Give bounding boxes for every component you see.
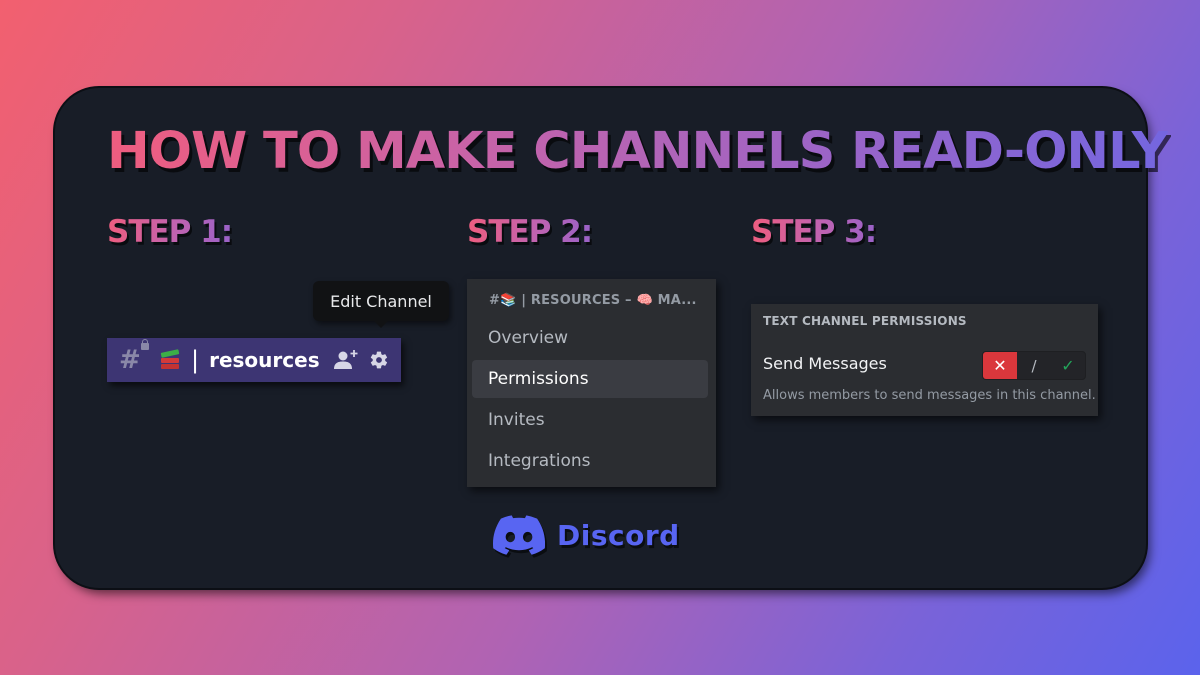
locked-hash-icon: # <box>119 339 149 373</box>
step-3-heading: STEP 3: <box>751 214 877 250</box>
channel-separator: | <box>191 346 200 374</box>
channel-item-resources[interactable]: # | resources <box>107 338 401 382</box>
permissions-panel: TEXT CHANNEL PERMISSIONS Send Messages ✕… <box>751 304 1098 416</box>
edit-channel-tooltip: Edit Channel <box>313 281 449 328</box>
permissions-section-title: TEXT CHANNEL PERMISSIONS <box>763 314 967 328</box>
send-messages-toggle[interactable]: ✕ / ✓ <box>982 351 1086 380</box>
allow-button[interactable]: ✓ <box>1051 352 1085 379</box>
page-title: HOW TO MAKE CHANNELS READ-ONLY <box>107 122 1169 181</box>
permission-name: Send Messages <box>763 354 887 373</box>
lock-icon <box>141 339 149 350</box>
add-member-icon[interactable] <box>333 349 359 371</box>
discord-logo: Discord <box>493 515 680 555</box>
channel-name: resources <box>209 348 320 372</box>
step-2-heading: STEP 2: <box>467 214 593 250</box>
permission-description: Allows members to send messages in this … <box>763 388 1096 403</box>
neutral-button[interactable]: / <box>1017 352 1051 379</box>
gear-icon[interactable] <box>369 350 389 370</box>
check-icon: ✓ <box>1061 356 1075 375</box>
step-1-heading: STEP 1: <box>107 214 233 250</box>
discord-wordmark: Discord <box>557 518 680 552</box>
channel-settings-menu: #📚 | RESOURCES – 🧠 MA... Overview Permis… <box>467 279 716 487</box>
menu-item-invites[interactable]: Invites <box>472 401 708 439</box>
books-emoji-icon <box>159 349 181 371</box>
slash-icon: / <box>1031 356 1037 375</box>
discord-clyde-icon <box>493 515 545 555</box>
x-icon: ✕ <box>993 356 1007 375</box>
menu-item-permissions[interactable]: Permissions <box>472 360 708 398</box>
menu-header: #📚 | RESOURCES – 🧠 MA... <box>489 293 697 308</box>
menu-item-overview[interactable]: Overview <box>472 319 708 357</box>
deny-button[interactable]: ✕ <box>983 352 1017 379</box>
menu-item-integrations[interactable]: Integrations <box>472 442 708 480</box>
